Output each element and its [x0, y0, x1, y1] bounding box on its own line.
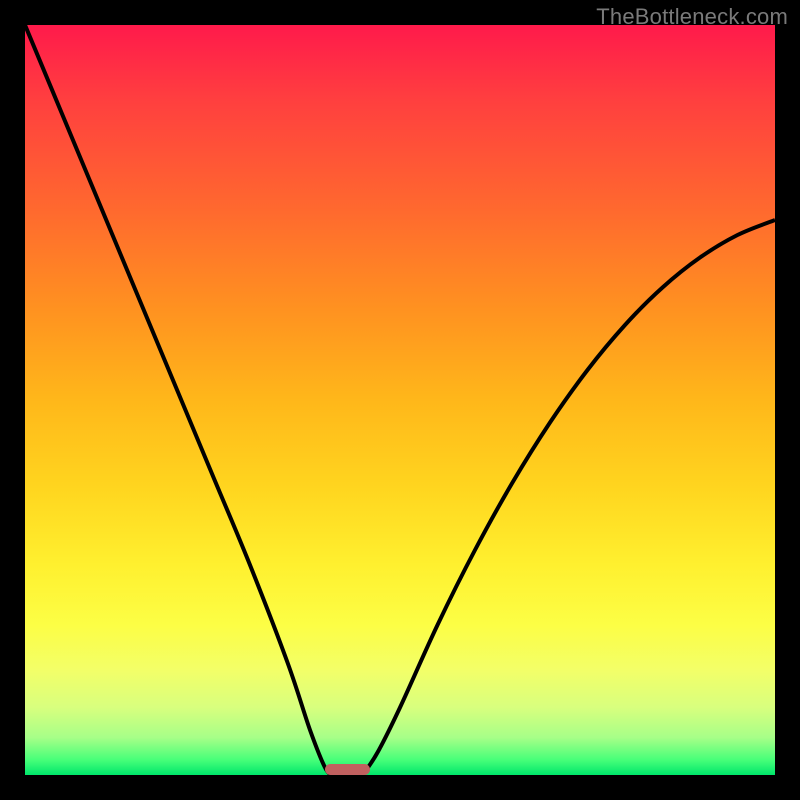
watermark-text: TheBottleneck.com [596, 4, 788, 30]
plot-area [25, 25, 775, 775]
curve-layer [25, 25, 775, 775]
bottleneck-marker [325, 764, 370, 775]
chart-frame: TheBottleneck.com [0, 0, 800, 800]
curve-left [25, 25, 333, 775]
curve-right [363, 220, 776, 775]
